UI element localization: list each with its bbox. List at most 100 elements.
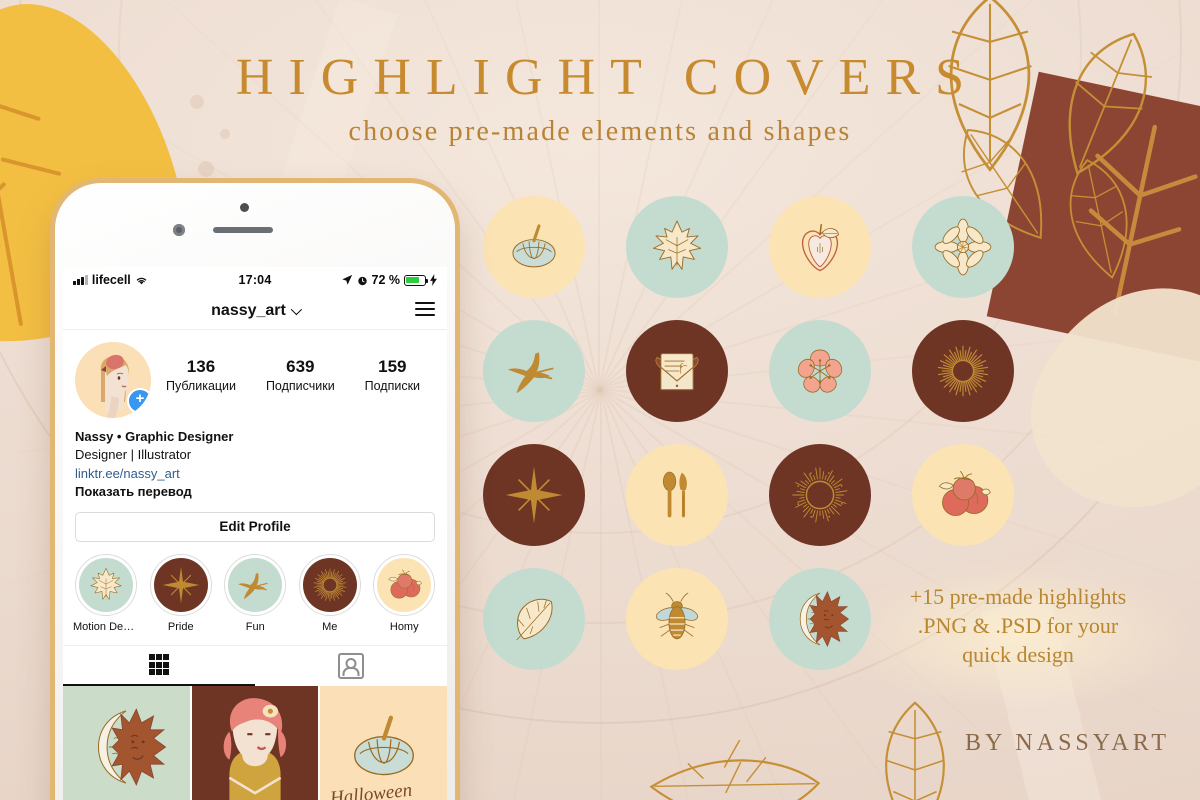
status-bar-left: lifecell (73, 273, 239, 287)
phone-screen: lifecell 17:04 72 % nassy_art + 136 Публ… (63, 267, 447, 800)
avatar[interactable]: + (75, 342, 151, 418)
highlight-cover-maple-leaf[interactable] (626, 196, 728, 298)
envelope-letter-icon (646, 340, 708, 402)
profile-bio: Nassy • Graphic Designer Designer | Illu… (63, 418, 447, 502)
highlight-cover-sakura-flower[interactable] (769, 320, 871, 422)
sparkle-star-icon (153, 557, 208, 612)
stat-label: Подписки (364, 378, 421, 393)
show-translation-button[interactable]: Показать перевод (75, 483, 435, 501)
status-bar-time: 17:04 (238, 273, 272, 287)
story-label: Me (322, 620, 338, 633)
highlight-cover-tomatoes[interactable] (912, 444, 1014, 546)
pumpkin-icon (503, 216, 565, 278)
swallow-bird-icon (503, 340, 565, 402)
promo-line-3: quick design (962, 642, 1074, 668)
promo-line-1: +15 pre-made highlights (909, 584, 1127, 609)
promo-text: +15 pre-made highlights .PNG & .PSD for … (858, 582, 1178, 669)
bio-name: Nassy • Graphic Designer (75, 429, 234, 444)
highlight-cover-sun[interactable] (912, 320, 1014, 422)
leaf-icon (503, 588, 565, 650)
story-highlight-me[interactable]: Me (297, 553, 363, 633)
apple-icon (789, 216, 851, 278)
sakura-flower-icon (789, 340, 851, 402)
highlight-cover-bee[interactable] (626, 568, 728, 670)
swallow-bird-icon (228, 557, 283, 612)
bio-link[interactable]: linktr.ee/nassy_art (75, 465, 435, 483)
sun-icon (302, 557, 357, 612)
flower-icon (932, 216, 994, 278)
location-arrow-icon (341, 274, 352, 285)
story-label: Motion Desi... (73, 620, 139, 633)
profile-stat-0[interactable]: 136 Публикации (165, 357, 237, 393)
highlight-cover-apple[interactable] (769, 196, 871, 298)
story-ring (149, 553, 212, 616)
earpiece-speaker (213, 227, 273, 233)
sparkle-star-icon (503, 464, 565, 526)
tagged-person-icon (338, 652, 364, 679)
post-thumbnail-1[interactable] (191, 685, 319, 800)
profile-stats: 136 Публикации 639 Подписчики 159 Подписки (151, 342, 435, 393)
highlight-cover-leaf[interactable] (483, 568, 585, 670)
promo-line-2: .PNG & .PSD for your (917, 613, 1119, 639)
profile-tabs (63, 644, 447, 686)
tomatoes-icon (377, 557, 432, 612)
front-camera-icon (173, 224, 185, 236)
story-ring (298, 553, 361, 616)
cover-row (483, 320, 1043, 422)
tomatoes-icon (932, 464, 994, 526)
highlight-cover-sun-rays[interactable] (769, 444, 871, 546)
highlight-cover-sparkle-star[interactable] (483, 444, 585, 546)
story-label: Homy (389, 620, 419, 633)
menu-button[interactable] (415, 302, 435, 316)
charging-bolt-icon (430, 274, 437, 286)
status-bar: lifecell 17:04 72 % (63, 267, 447, 293)
carrier-label: lifecell (91, 273, 131, 287)
portrait-icon (191, 685, 319, 800)
stat-label: Подписчики (265, 378, 335, 393)
sun-moon-icon (789, 588, 851, 650)
wifi-icon (136, 277, 147, 284)
poster-canvas: HIGHLIGHT COVERS choose pre-made element… (0, 0, 1200, 800)
story-highlight-pride[interactable]: Pride (148, 553, 214, 633)
signal-bars-icon (73, 275, 88, 285)
story-ring (75, 553, 137, 616)
post-thumbnail-0[interactable] (63, 685, 190, 800)
story-label: Pride (167, 620, 194, 633)
author-signature: BY NASSYART (964, 730, 1170, 756)
header-block: HIGHLIGHT COVERS choose pre-made element… (0, 52, 1200, 148)
profile-row: + 136 Публикации 639 Подписчики 159 Подписки (63, 330, 447, 418)
story-ring (373, 553, 436, 616)
status-bar-right: 72 % (272, 273, 438, 287)
story-highlight-motiondesi[interactable]: Motion Desi... (73, 553, 139, 633)
chevron-down-icon (290, 303, 302, 316)
highlight-cover-pumpkin[interactable] (483, 196, 585, 298)
grid-icon (148, 654, 170, 676)
story-highlight-fun[interactable]: Fun (223, 553, 289, 633)
battery-icon (404, 274, 429, 286)
edit-profile-button[interactable]: Edit Profile (75, 511, 435, 542)
highlight-cover-sun-moon[interactable] (769, 568, 871, 670)
highlight-cover-envelope-letter[interactable] (626, 320, 728, 422)
highlight-cover-swallow-bird[interactable] (483, 320, 585, 422)
add-story-button[interactable]: + (127, 388, 151, 414)
story-ring (224, 553, 287, 616)
sun-rays-icon (789, 464, 851, 526)
stat-label: Публикации (165, 378, 237, 393)
profile-stat-1[interactable]: 639 Подписчики (265, 357, 335, 393)
instagram-header: nassy_art (63, 293, 447, 330)
story-highlight-homy[interactable]: Homy (372, 553, 438, 633)
tab-grid[interactable] (63, 646, 255, 686)
cover-row (483, 444, 1043, 546)
page-subtitle: choose pre-made elements and shapes (348, 116, 852, 147)
highlight-cover-spoon-knife[interactable] (626, 444, 728, 546)
bee-icon (646, 588, 708, 650)
stat-number: 639 (286, 357, 315, 376)
highlight-cover-flower[interactable] (912, 196, 1014, 298)
profile-username-button[interactable]: nassy_art (211, 302, 302, 320)
tab-tagged[interactable] (255, 646, 447, 686)
profile-username: nassy_art (211, 302, 286, 319)
bio-role: Designer | Illustrator (75, 447, 192, 463)
profile-stat-2[interactable]: 159 Подписки (364, 357, 421, 393)
post-thumbnail-2[interactable]: Halloween (320, 685, 447, 800)
spoon-knife-icon (646, 464, 708, 526)
